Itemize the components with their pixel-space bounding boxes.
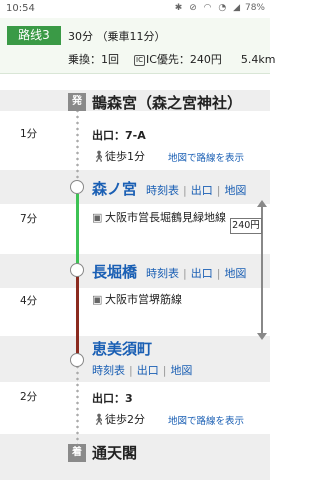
- route-transfers: 乗換：1回: [68, 53, 119, 66]
- walk2-duration: 2分: [20, 391, 38, 403]
- route-summary: 路线3 30分 （乗車11分） 乗換：1回 IC IC優先：240円 5.4km: [0, 18, 275, 74]
- station-circle-ebisucho: [70, 353, 84, 367]
- route-time: 30分 （乗車11分）: [68, 30, 166, 43]
- separator: |: [216, 184, 221, 197]
- timetable-link[interactable]: 時刻表: [146, 267, 179, 280]
- exit-link[interactable]: 出口: [191, 184, 213, 197]
- walk-icon: 🚶︎: [92, 413, 106, 426]
- route-distance: 5.4km: [240, 53, 276, 66]
- station-links-nagahoribashi: 時刻表 | 出口 | 地図: [146, 265, 246, 281]
- station-nagahoribashi[interactable]: 長堀橋: [92, 261, 137, 282]
- battery-level: 78%: [244, 3, 265, 13]
- station-links-ebisucho: 時刻表 | 出口 | 地図: [92, 362, 192, 378]
- train1-duration: 7分: [20, 213, 38, 225]
- walk2-walk-text: 徒歩2分: [105, 413, 145, 426]
- mute-icon: ⊘: [189, 3, 199, 13]
- train1-line: ▣ 大阪市営長堀鶴見緑地線: [92, 210, 232, 226]
- end-marker: 着: [68, 444, 86, 462]
- separator: |: [183, 267, 187, 280]
- status-time: 10:54: [6, 3, 35, 14]
- destination-name: 通天閣: [92, 444, 138, 462]
- walk1-walk: 🚶︎徒歩1分: [92, 148, 145, 164]
- walk2-exit: 出口：3: [92, 392, 133, 405]
- map-link[interactable]: 地図: [170, 364, 192, 377]
- walk1-duration: 1分: [20, 128, 38, 140]
- train-icon: ▣: [92, 293, 103, 306]
- walk-icon: 🚶︎: [92, 150, 106, 163]
- map-link[interactable]: 地図: [224, 267, 246, 280]
- wifi-icon: ◠: [203, 3, 214, 13]
- separator: |: [129, 364, 133, 377]
- timetable-link[interactable]: 時刻表: [92, 364, 125, 377]
- train-icon: ▣: [92, 211, 103, 224]
- alarm-icon: ◔: [218, 3, 229, 13]
- walk1-map-link[interactable]: 地図で路線を表示: [168, 150, 244, 164]
- train1-line-name: 大阪市営長堀鶴見緑地線: [105, 211, 226, 224]
- signal-icon: ◢: [233, 3, 242, 13]
- walk-path-1: [76, 108, 79, 188]
- exit-link[interactable]: 出口: [137, 364, 159, 377]
- fare-bracket-label: 240円: [230, 218, 262, 234]
- status-icons: ✱ ⊘ ◠ ◔ ◢: [175, 3, 242, 13]
- separator: |: [183, 184, 187, 197]
- exit-link[interactable]: 出口: [191, 267, 213, 280]
- fare-arrow-down-icon: [257, 333, 267, 340]
- station-ebisucho[interactable]: 恵美須町: [92, 338, 152, 359]
- route-fare: IC優先：240円: [145, 53, 222, 66]
- train2-line: ▣ 大阪市営堺筋線: [92, 292, 232, 308]
- timetable-link[interactable]: 時刻表: [146, 184, 179, 197]
- walk1-exit: 出口：7-A: [92, 129, 146, 142]
- station-circle-nagahoribashi: [70, 263, 84, 277]
- station-links-morinomiya: 時刻表 | 出口 | 地図: [146, 182, 246, 198]
- status-bar: 10:54 ✱ ⊘ ◠ ◔ ◢ 78%: [0, 0, 270, 18]
- station-circle-morinomiya: [70, 180, 84, 194]
- map-link[interactable]: 地図: [224, 184, 246, 197]
- line-sakaisuji: [76, 276, 79, 358]
- route-tag: 路线3: [7, 26, 61, 45]
- start-marker: 発: [68, 93, 86, 111]
- train2-line-name: 大阪市営堺筋線: [105, 293, 182, 306]
- route-details: 乗換：1回 IC IC優先：240円 5.4km: [68, 51, 275, 67]
- line-nagahori-tsurumi: [76, 194, 79, 272]
- walk-path-2: [76, 364, 79, 448]
- station-morinomiya[interactable]: 森ノ宮: [92, 178, 137, 199]
- separator: |: [162, 364, 167, 377]
- walk1-walk-text: 徒歩1分: [105, 150, 145, 163]
- ic-card-icon: IC: [134, 55, 145, 66]
- train2-duration: 4分: [20, 295, 38, 307]
- walk2-walk: 🚶︎徒歩2分: [92, 411, 145, 427]
- bluetooth-icon: ✱: [174, 3, 185, 13]
- separator: |: [216, 267, 221, 280]
- origin-name: 鵲森宮（森之宮神社）: [92, 94, 243, 112]
- route-timeline: 発 鵲森宮（森之宮神社） 1分 出口：7-A 🚶︎徒歩1分 地図で路線を表示 森…: [0, 74, 270, 480]
- walk2-map-link[interactable]: 地図で路線を表示: [168, 413, 244, 427]
